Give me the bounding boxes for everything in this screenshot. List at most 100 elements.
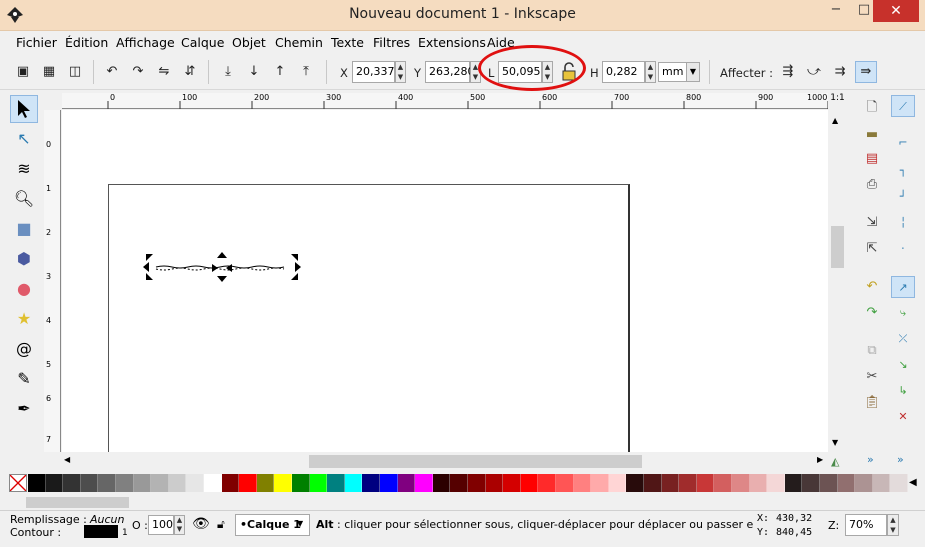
palette-swatch[interactable] [520,474,539,492]
chevron-down-icon[interactable]: ▼ [297,519,303,528]
palette-swatch[interactable] [151,474,169,492]
affect-rounded-corners-icon[interactable]: ⤻ [803,61,825,83]
palette-swatch[interactable] [380,474,398,492]
palette-swatch[interactable] [714,474,732,492]
snap-smooth-nodes-icon[interactable]: ↘ [891,354,915,376]
flip-vertical-icon[interactable]: ⇵ [179,61,201,83]
chevron-down-icon[interactable]: ▼ [686,63,699,81]
paste-icon[interactable]: 📋︎ [861,392,883,414]
stroke-indicator[interactable] [84,525,118,538]
snap-center-icon[interactable]: ✕ [891,406,915,428]
x-spin-arrows[interactable]: ▲ ▼ [395,61,406,83]
layer-select[interactable]: •Calque 1 ▼ [235,514,310,536]
raise-to-top-icon[interactable]: ⤒ [295,61,317,83]
scroll-left-icon[interactable]: ◀ [64,455,70,464]
palette-swatch[interactable] [538,474,556,492]
scroll-up-icon[interactable]: ▲ [832,116,838,125]
snap-bbox-icon[interactable]: ⌐ [891,132,915,154]
color-manage-icon[interactable]: ◭ [831,455,839,468]
zoom-field[interactable]: 70% [845,514,887,536]
opacity-spin-arrows[interactable]: ▲ ▼ [174,515,185,535]
zoom-tool-icon[interactable]: 🔍︎ [10,186,38,214]
3d-box-tool-icon[interactable]: ⬢ [10,246,38,274]
new-document-icon[interactable]: 🗋 [861,97,883,119]
palette-swatch[interactable] [890,474,908,492]
expand-commands-icon[interactable]: » [867,453,874,466]
palette-swatch[interactable] [573,474,592,492]
palette-swatch[interactable] [309,474,328,492]
import-icon[interactable]: ⇲ [861,212,883,234]
affect-gradients-icon[interactable]: ⇉ [829,61,851,83]
snap-bbox-center-icon[interactable]: ⋅ [891,238,915,260]
minimize-button[interactable]: − [822,0,850,22]
palette-swatch[interactable] [626,474,644,492]
rectangle-tool-icon[interactable]: ■ [10,216,38,244]
palette-swatch[interactable] [116,474,134,492]
stroke-width-value[interactable]: 1 [122,528,128,538]
print-icon[interactable]: ⎙ [861,174,883,196]
snap-intersection-icon[interactable]: ⤫ [891,328,915,350]
deselect-icon[interactable]: ◫ [64,61,86,83]
selector-tool-icon[interactable] [10,95,38,123]
palette-swatch[interactable] [344,474,363,492]
scroll-down-icon[interactable]: ▼ [832,438,838,447]
palette-swatch[interactable] [397,474,416,492]
palette-swatch[interactable] [133,474,152,492]
palette-swatch[interactable] [28,474,46,492]
affect-patterns-icon[interactable]: ⇛ [855,61,877,83]
palette-swatch[interactable] [468,474,486,492]
menu-edition[interactable]: Édition [65,35,108,50]
lower-to-bottom-icon[interactable]: ⤓ [217,61,239,83]
tweak-tool-icon[interactable]: ≋ [10,156,38,184]
zoom-correction-icon[interactable]: 1:1 [829,93,846,110]
horizontal-scroll-thumb[interactable] [309,455,642,468]
palette-menu-icon[interactable]: ◀ [909,477,917,488]
export-icon[interactable]: ⇱ [861,238,883,260]
menu-chemin[interactable]: Chemin [275,35,323,50]
scroll-right-icon[interactable]: ▶ [817,455,823,464]
rotate-cw-icon[interactable]: ↷ [127,61,149,83]
rotate-ccw-icon[interactable]: ↶ [101,61,123,83]
snap-bbox-corner-icon[interactable]: ┘ [891,186,915,208]
palette-swatch[interactable] [168,474,187,492]
palette-swatch[interactable] [556,474,574,492]
menu-texte[interactable]: Texte [331,35,364,50]
menu-affichage[interactable]: Affichage [116,35,175,50]
menu-fichier[interactable]: Fichier [16,35,57,50]
palette-swatch[interactable] [679,474,697,492]
palette-swatch[interactable] [80,474,99,492]
cut-icon[interactable]: ✂ [861,366,883,388]
palette-swatch[interactable] [837,474,856,492]
ellipse-tool-icon[interactable]: ● [10,276,38,304]
height-spin-arrows[interactable]: ▲ ▼ [645,61,656,83]
drawing-canvas[interactable] [62,110,828,452]
expand-snap-icon[interactable]: » [897,453,904,466]
menu-calque[interactable]: Calque [181,35,224,50]
palette-swatch[interactable] [767,474,785,492]
eye-icon[interactable]: 👁︎ [192,516,210,532]
palette-swatch[interactable] [45,474,64,492]
palette-swatch[interactable] [221,474,240,492]
palette-swatch[interactable] [872,474,891,492]
opacity-field[interactable]: 100 [148,515,174,535]
copy-icon[interactable]: ⧉ [861,340,883,362]
palette-swatch[interactable] [327,474,345,492]
x-field[interactable]: 20,337 [352,61,395,83]
palette-swatch[interactable] [855,474,873,492]
snap-bbox-edge-icon[interactable]: ┐ [891,160,915,182]
palette-swatch[interactable] [802,474,820,492]
select-all-layers-icon[interactable]: ▦ [38,61,60,83]
snap-path-icon[interactable]: ⤷ [891,302,915,324]
palette-scrollbar[interactable] [8,495,917,510]
palette-swatch[interactable] [432,474,451,492]
palette-swatch[interactable] [256,474,275,492]
pencil-tool-icon[interactable]: ✎ [10,366,38,394]
vertical-scroll-thumb[interactable] [831,226,844,268]
menu-objet[interactable]: Objet [232,35,266,50]
save-icon[interactable]: ▤ [861,148,883,170]
affect-stroke-width-icon[interactable]: ⇶ [777,61,799,83]
palette-swatch[interactable] [503,474,521,492]
undo-icon[interactable]: ↶ [861,276,883,298]
palette-swatch[interactable] [98,474,116,492]
palette-swatch[interactable] [696,474,715,492]
